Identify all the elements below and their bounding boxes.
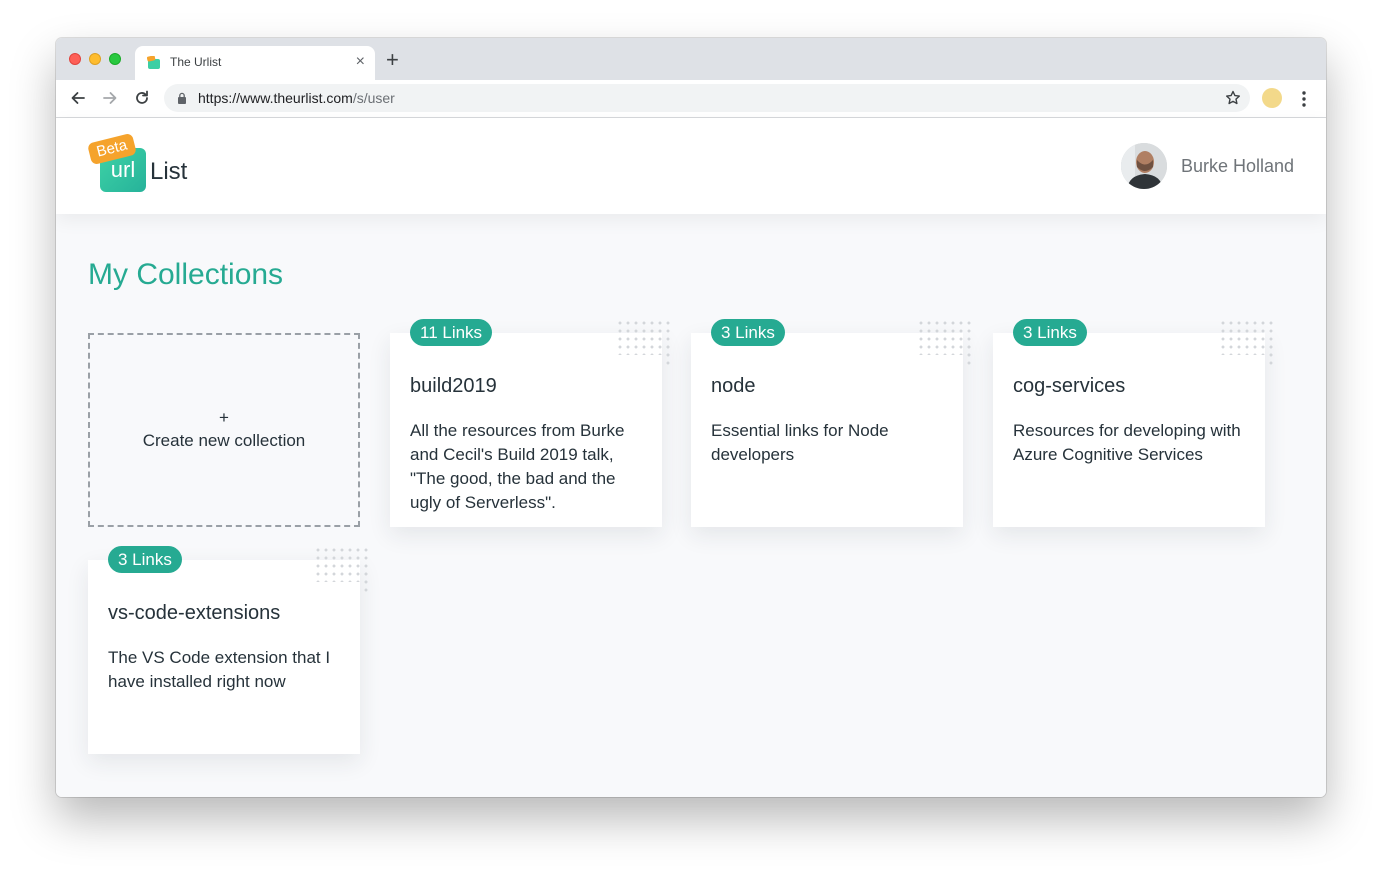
lock-icon <box>178 92 186 104</box>
tab-strip: The Urlist × + <box>56 38 1326 80</box>
browser-tab[interactable]: The Urlist × <box>135 46 375 80</box>
page-content: url List Beta Burke Holland My Collectio… <box>56 118 1326 797</box>
page-title: My Collections <box>88 258 284 291</box>
create-collection-button[interactable]: + Create new collection <box>88 333 360 527</box>
close-window-button[interactable] <box>69 53 81 65</box>
more-menu-icon[interactable] <box>1296 89 1312 109</box>
tab-close-icon[interactable]: × <box>356 53 365 71</box>
collection-card-cog-services[interactable]: 3 Links cog-services Resources for devel… <box>993 319 1275 527</box>
links-count-badge: 3 Links <box>711 319 785 346</box>
profile-avatar-icon[interactable] <box>1262 88 1282 108</box>
forward-arrow-icon[interactable] <box>100 88 120 108</box>
tab-title: The Urlist <box>170 55 222 69</box>
dot-pattern-decoration <box>664 343 672 367</box>
user-name: Burke Holland <box>1180 155 1294 176</box>
collection-card-node[interactable]: 3 Links node Essential links for Node de… <box>691 319 973 527</box>
user-photo-icon <box>1120 143 1167 189</box>
collection-title: build2019 <box>410 375 497 397</box>
plus-icon: + <box>219 408 229 427</box>
urlist-favicon-icon <box>147 56 160 69</box>
collection-description: All the resources from Burke and Cecil's… <box>410 421 625 512</box>
bookmark-star-icon[interactable] <box>1224 89 1242 107</box>
user-menu[interactable]: Burke Holland <box>1120 142 1294 190</box>
dot-pattern-decoration <box>1267 343 1275 367</box>
collection-card-vs-code-extensions[interactable]: 3 Links vs-code-extensions The VS Code e… <box>88 546 370 754</box>
url-path: /s/user <box>352 90 395 106</box>
collection-description: The VS Code extension that I have instal… <box>108 648 331 691</box>
collection-title: node <box>711 375 756 397</box>
avatar <box>1120 143 1167 189</box>
collection-description: Resources for developing with Azure Cogn… <box>1013 421 1241 464</box>
create-collection-label: Create new collection <box>142 431 306 450</box>
site-header: url List Beta Burke Holland <box>56 118 1326 214</box>
address-bar[interactable]: https://www.theurlist.com/s/user <box>164 84 1250 112</box>
dot-pattern-decoration <box>362 570 370 594</box>
urlist-logo[interactable]: url List Beta <box>86 132 206 198</box>
back-arrow-icon[interactable] <box>68 88 88 108</box>
collection-title: cog-services <box>1013 375 1126 397</box>
zoom-window-button[interactable] <box>109 53 121 65</box>
reload-icon[interactable] <box>132 88 152 108</box>
links-count-badge: 3 Links <box>1013 319 1087 346</box>
url-text: https://www.theurlist.com/s/user <box>198 90 395 106</box>
dot-pattern-decoration <box>965 343 973 367</box>
new-tab-button[interactable]: + <box>386 49 399 71</box>
collection-title: vs-code-extensions <box>108 602 281 624</box>
collection-card-build2019[interactable]: 11 Links build2019 All the resources fro… <box>390 319 672 527</box>
collection-description: Essential links for Node developers <box>711 421 889 464</box>
links-count-badge: 11 Links <box>410 319 493 346</box>
logo-list-text: List <box>150 158 188 185</box>
browser-toolbar: https://www.theurlist.com/s/user <box>56 80 1326 118</box>
minimize-window-button[interactable] <box>89 53 101 65</box>
browser-window: The Urlist × + https://www.theurlist.com… <box>56 38 1326 797</box>
links-count-badge: 3 Links <box>108 546 182 573</box>
url-host: https://www.theurlist.com <box>198 90 353 106</box>
